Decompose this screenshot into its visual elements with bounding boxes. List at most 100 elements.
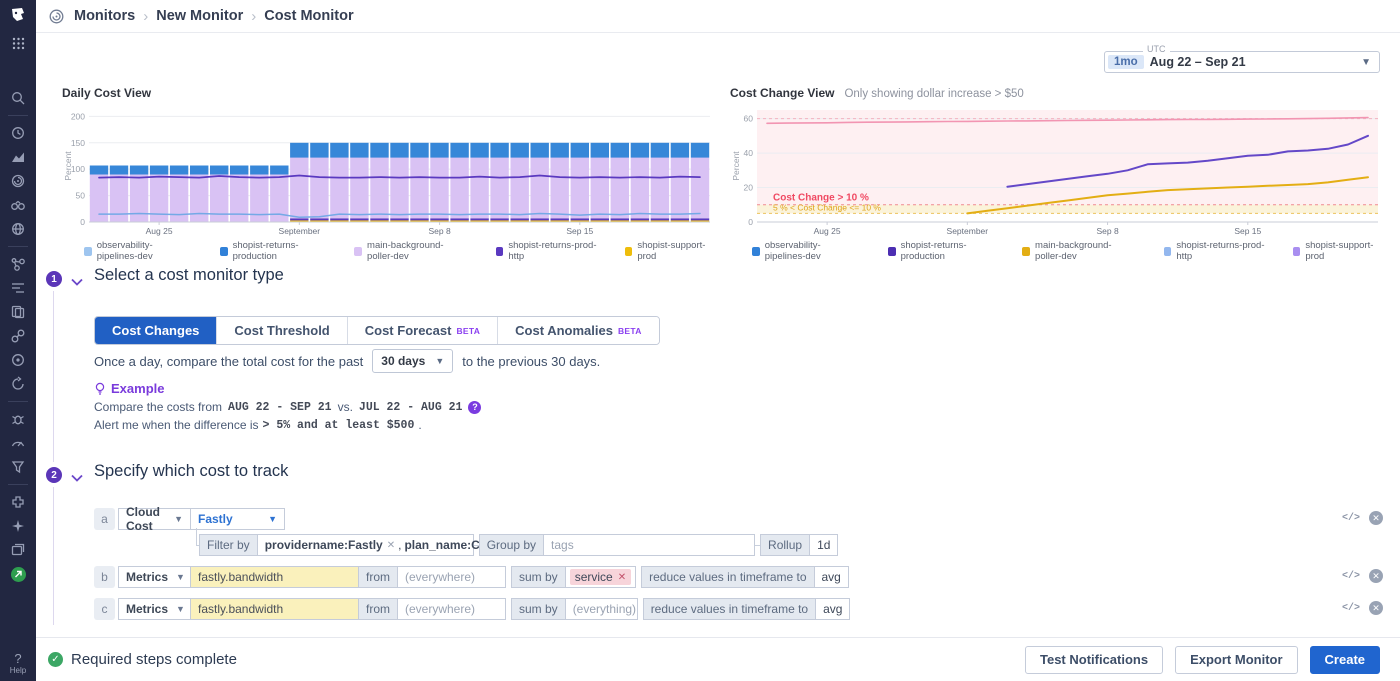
breadcrumb-new-monitor[interactable]: New Monitor: [156, 8, 243, 24]
time-range-picker[interactable]: UTC 1mo Aug 22 – Sep 21 ▼: [1104, 51, 1380, 73]
from-input[interactable]: (everywhere): [397, 598, 506, 620]
svg-text:60: 60: [744, 114, 754, 124]
window-select[interactable]: 30 days ▼: [372, 349, 453, 373]
remove-tag-icon[interactable]: ✕: [618, 572, 626, 583]
example-range-previous: JUL 22 - AUG 21: [359, 401, 463, 414]
query-editor: a Cloud Cost ▼ Fastly ▼ Filter by provid…: [94, 506, 1385, 631]
apm-icon[interactable]: [0, 324, 36, 348]
rollup-value-text: 1d: [817, 538, 830, 552]
metrics-select[interactable]: Metrics ▼: [118, 566, 191, 588]
watchdog-icon[interactable]: [0, 193, 36, 217]
daily-cost-chart-plot[interactable]: 050100150200Aug 25SeptemberSep 8Sep 15Pe…: [62, 104, 712, 236]
cost-change-chart-title: Cost Change View: [730, 86, 834, 100]
apps-grid-icon[interactable]: [0, 30, 36, 56]
logs-icon[interactable]: [0, 300, 36, 324]
remove-row-icon[interactable]: ✕: [1369, 601, 1383, 615]
reduce-value[interactable]: avg: [815, 598, 850, 620]
traces-icon[interactable]: [0, 276, 36, 300]
legend-item[interactable]: shopist-returns-prod-http: [1164, 240, 1266, 262]
search-icon[interactable]: [0, 86, 36, 110]
rollup-value[interactable]: 1d: [809, 534, 838, 556]
svg-text:Sep 15: Sep 15: [1234, 226, 1261, 236]
step-connector-line: [53, 291, 54, 462]
metrics-icon[interactable]: [0, 145, 36, 169]
legend-swatch: [354, 247, 362, 256]
metric-input[interactable]: fastly.bandwidth: [190, 598, 359, 620]
sum-by-tag-pill[interactable]: service ✕: [570, 569, 631, 585]
chevron-down-icon: ▼: [174, 514, 183, 524]
ci-icon[interactable]: [0, 455, 36, 479]
help-button[interactable]: ? Help: [10, 651, 26, 675]
breadcrumb-monitors[interactable]: Monitors: [74, 8, 135, 24]
remove-row-icon[interactable]: ✕: [1369, 511, 1383, 525]
monitors-icon[interactable]: [0, 169, 36, 193]
filter-pills-input[interactable]: providername:Fastly ✕ , plan_name:CDN ✕: [257, 534, 474, 556]
metric-input[interactable]: fastly.bandwidth: [190, 566, 359, 588]
test-notifications-button[interactable]: Test Notifications: [1025, 646, 1163, 674]
metrics-select[interactable]: Metrics ▼: [118, 598, 191, 620]
synthetics-icon[interactable]: [0, 372, 36, 396]
tab-label: Cost Threshold: [234, 323, 329, 338]
rum-icon[interactable]: [0, 348, 36, 372]
copilot-sparkle-icon[interactable]: [0, 514, 36, 538]
help-tooltip-icon[interactable]: ?: [468, 401, 481, 414]
legend-item[interactable]: shopist-returns-production: [888, 240, 995, 262]
export-monitor-button[interactable]: Export Monitor: [1175, 646, 1297, 674]
cost-change-chart-legend: observability-pipelines-dev shopist-retur…: [752, 240, 1380, 262]
tab-label: Cost Anomalies: [515, 323, 613, 338]
legend-swatch: [752, 247, 760, 256]
sum-by-input[interactable]: service ✕: [565, 566, 636, 588]
legend-item[interactable]: shopist-returns-prod-http: [496, 240, 598, 262]
datadog-logo-icon[interactable]: [0, 0, 36, 30]
edit-as-code-icon[interactable]: </>: [1342, 513, 1360, 524]
notebooks-icon[interactable]: [0, 538, 36, 562]
security-icon[interactable]: [0, 407, 36, 431]
edit-as-code-icon[interactable]: </>: [1342, 603, 1360, 614]
legend-item[interactable]: shopist-returns-production: [220, 240, 327, 262]
remove-filter-icon[interactable]: ✕: [387, 540, 395, 551]
service-map-icon[interactable]: [0, 252, 36, 276]
reduce-value[interactable]: avg: [814, 566, 849, 588]
from-placeholder: (everywhere): [405, 602, 475, 616]
tab-cost-anomalies[interactable]: Cost Anomalies BETA: [498, 317, 658, 344]
group-by-input[interactable]: tags: [543, 534, 755, 556]
tab-cost-changes[interactable]: Cost Changes: [95, 317, 217, 344]
time-shortcut-chip[interactable]: 1mo: [1108, 55, 1144, 69]
chevron-down-icon: ▼: [1361, 57, 1371, 68]
legend-item[interactable]: shopist-support-prod: [1293, 240, 1380, 262]
data-source-select[interactable]: Cloud Cost ▼: [118, 508, 191, 530]
lightbulb-icon: [94, 382, 106, 396]
query-row-c: c Metrics ▼ fastly.bandwidth from (every…: [94, 598, 850, 620]
example-range-current: AUG 22 - SEP 21: [228, 401, 332, 414]
example-line1-prefix: Compare the costs from: [94, 400, 222, 414]
sum-by-label: sum by: [511, 566, 566, 588]
performance-gauge-icon[interactable]: [0, 431, 36, 455]
network-icon[interactable]: [0, 217, 36, 241]
step-connector-line: [53, 487, 54, 625]
legend-item[interactable]: main-background-poller-dev: [354, 240, 468, 262]
chevron-down-icon: ▼: [435, 356, 444, 366]
integrations-icon[interactable]: [0, 490, 36, 514]
edit-as-code-icon[interactable]: </>: [1342, 571, 1360, 582]
remove-row-icon[interactable]: ✕: [1369, 569, 1383, 583]
breadcrumb-cost-monitor[interactable]: Cost Monitor: [264, 8, 353, 24]
chevron-down-icon: ▼: [176, 572, 185, 582]
legend-item[interactable]: observability-pipelines-dev: [84, 240, 193, 262]
legend-item[interactable]: main-background-poller-dev: [1022, 240, 1136, 262]
history-icon[interactable]: [0, 121, 36, 145]
step-1-number: 1: [46, 271, 62, 287]
filter-pill-providername[interactable]: providername:Fastly: [265, 538, 383, 552]
from-input[interactable]: (everywhere): [397, 566, 506, 588]
provider-select[interactable]: Fastly ▼: [190, 508, 285, 530]
legend-item[interactable]: shopist-support-prod: [625, 240, 712, 262]
tab-cost-forecast[interactable]: Cost Forecast BETA: [348, 317, 498, 344]
cost-change-chart-plot[interactable]: 0204060Cost Change > 10 %5 % < Cost Chan…: [730, 104, 1380, 236]
sidebar-divider: [8, 115, 28, 116]
marketplace-icon[interactable]: [0, 562, 36, 586]
step-1-collapse-chevron-icon[interactable]: [71, 273, 83, 291]
legend-item[interactable]: observability-pipelines-dev: [752, 240, 861, 262]
create-button[interactable]: Create: [1310, 646, 1380, 674]
step-2-collapse-chevron-icon[interactable]: [71, 469, 83, 487]
tab-cost-threshold[interactable]: Cost Threshold: [217, 317, 347, 344]
sum-by-input[interactable]: (everything): [565, 598, 638, 620]
